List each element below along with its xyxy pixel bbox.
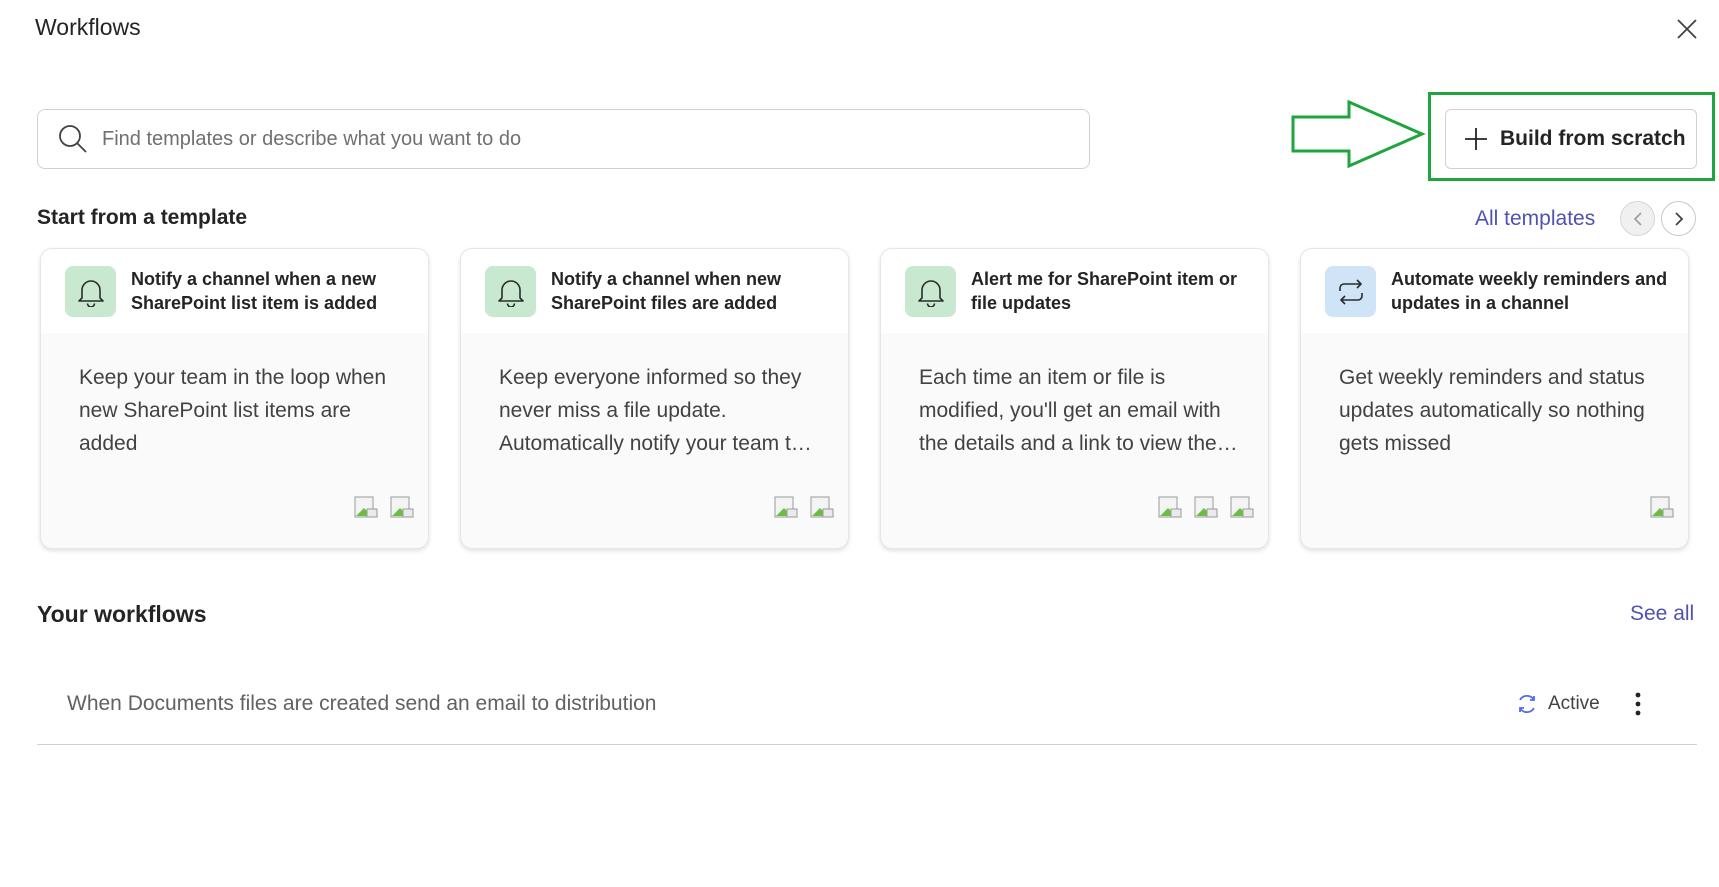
connector-icon [810,496,834,518]
connector-icon [1650,496,1674,518]
connector-icon [354,496,378,518]
template-card[interactable]: Notify a channel when a new SharePoint l… [40,248,429,549]
workflows-section-title: Your workflows [37,601,207,627]
workflow-name: When Documents files are created send an… [67,692,657,715]
connector-icon [1194,496,1218,518]
connector-icons [774,496,834,518]
prev-templates-button[interactable] [1620,201,1655,236]
template-card-title: Notify a channel when a new SharePoint l… [131,269,378,313]
bell-icon [905,266,956,317]
close-icon [1677,19,1697,39]
search-box [37,109,1090,169]
close-button[interactable] [1672,14,1702,44]
status-label: Active [1548,693,1600,714]
sync-icon [1516,692,1538,716]
template-card-title: Alert me for SharePoint item or file upd… [971,269,1238,313]
chevron-right-icon [1674,211,1683,226]
connector-icon [774,496,798,518]
connector-icons [1650,496,1674,518]
template-card-description: Each time an item or file is modified, y… [919,366,1238,455]
template-card-title: Automate weekly reminders and updates in… [1391,269,1668,313]
page-title: Workflows [35,14,141,40]
template-card[interactable]: Automate weekly reminders and updates in… [1300,248,1689,549]
next-templates-button[interactable] [1661,201,1696,236]
connector-icons [354,496,414,518]
status-badge: Active [1516,692,1600,716]
template-card[interactable]: Notify a channel when new SharePoint fil… [460,248,849,549]
template-card-description: Keep your team in the loop when new Shar… [79,366,387,455]
build-from-scratch-button[interactable]: Build from scratch [1445,109,1697,169]
search-input[interactable] [102,127,1089,151]
template-card-description: Keep everyone informed so they never mis… [499,366,812,455]
repeat-icon [1325,266,1376,317]
template-card[interactable]: Alert me for SharePoint item or file upd… [880,248,1269,549]
search-icon [59,125,87,153]
connector-icon [1230,496,1254,518]
plus-icon [1464,127,1488,151]
more-options-button[interactable] [1626,687,1650,721]
connector-icons [1158,496,1254,518]
bell-icon [65,266,116,317]
template-card-description: Get weekly reminders and status updates … [1339,366,1645,455]
chevron-left-icon [1633,211,1642,226]
template-card-title: Notify a channel when new SharePoint fil… [551,269,782,313]
see-all-link[interactable]: See all [1630,602,1694,626]
templates-section-title: Start from a template [37,206,248,229]
bell-icon [485,266,536,317]
more-vertical-icon [1635,692,1641,716]
connector-icon [390,496,414,518]
workflow-row[interactable]: When Documents files are created send an… [37,665,1697,745]
build-from-scratch-label: Build from scratch [1500,127,1686,150]
connector-icon [1158,496,1182,518]
arrow-annotation-icon [1291,99,1426,169]
all-templates-link[interactable]: All templates [1475,207,1595,231]
